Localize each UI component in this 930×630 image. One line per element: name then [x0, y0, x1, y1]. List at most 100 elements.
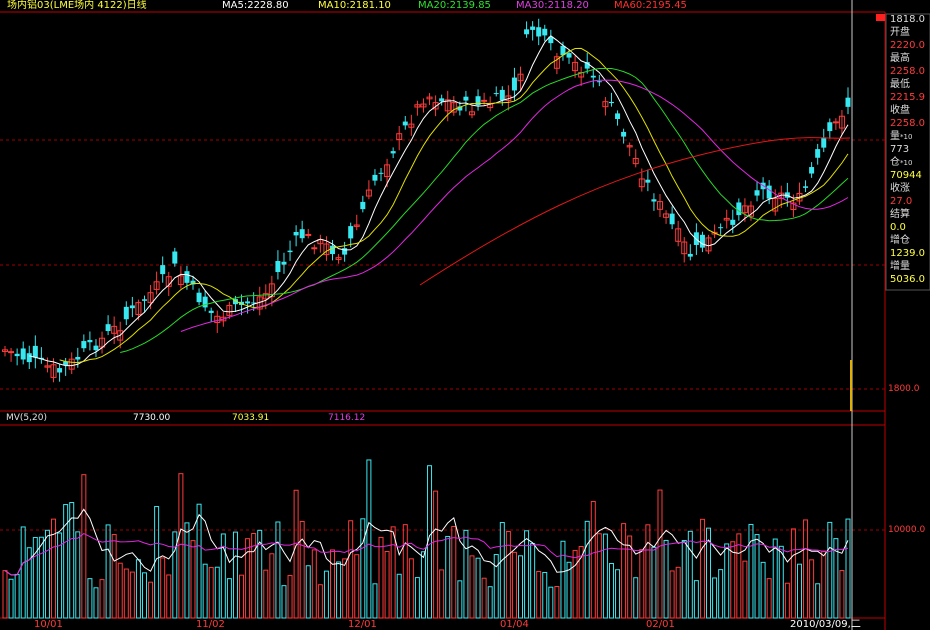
- volume-bar: [487, 586, 493, 619]
- volume-bar: [505, 531, 511, 619]
- candle-body: [202, 296, 208, 308]
- volume-bar: [81, 474, 87, 619]
- candle-body: [402, 121, 408, 126]
- date-label: 10/01: [34, 619, 63, 630]
- volume-bar: [760, 561, 766, 619]
- candle-body: [299, 229, 305, 239]
- candle-body: [736, 202, 742, 216]
- chart-title: 场内铝03(LME场内 4122)日线: [7, 0, 147, 11]
- volume-bar: [596, 533, 602, 619]
- volume-bar: [402, 524, 408, 619]
- volume-bar: [645, 524, 651, 619]
- volume-bar: [305, 565, 311, 619]
- candle-body: [329, 245, 335, 255]
- candle-body: [439, 98, 445, 102]
- volume-bar: [275, 521, 281, 619]
- volume-bar: [372, 583, 378, 619]
- volume-bar: [530, 543, 536, 619]
- volume-bar: [263, 569, 269, 619]
- volume-increase-label: 增量: [890, 261, 910, 272]
- volume-bar: [633, 577, 639, 619]
- candle-body: [766, 185, 772, 199]
- volume-bar: [748, 523, 754, 619]
- candle-body: [590, 75, 596, 78]
- candle-body: [621, 131, 627, 137]
- candle-body: [372, 174, 378, 181]
- mv-value-1: 7730.00: [133, 413, 171, 423]
- volume-bar: [615, 569, 621, 619]
- position-value: 70944: [890, 170, 922, 181]
- volume-bar: [14, 573, 20, 619]
- candle-body: [693, 232, 699, 245]
- candle-body: [499, 89, 505, 101]
- open-value: 2220.0: [890, 40, 925, 51]
- volume-bar: [287, 575, 293, 619]
- volume-bar: [560, 540, 566, 619]
- volume-bar: [772, 538, 778, 619]
- volume-bar: [809, 559, 815, 619]
- position-increase-value: 1239.0: [890, 248, 925, 259]
- volume-bar: [730, 541, 736, 619]
- candle-body: [536, 27, 542, 37]
- volume-bar: [99, 579, 105, 619]
- candle-body: [524, 29, 530, 35]
- volume-bar: [548, 586, 554, 619]
- volume-bar: [342, 558, 348, 619]
- candle-body: [754, 190, 760, 196]
- volume-bar: [584, 520, 590, 619]
- candle-body: [596, 81, 602, 83]
- volume-bar: [2, 570, 8, 619]
- candlestick-chart[interactable]: [0, 0, 930, 630]
- volume-bar: [196, 503, 202, 619]
- volume-bar: [281, 585, 287, 619]
- volume-bar: [390, 526, 396, 619]
- volume-bar: [63, 504, 69, 619]
- volume-bar: [627, 535, 633, 619]
- volume-bar: [135, 559, 141, 619]
- volume-bar: [602, 533, 608, 619]
- volume-bar: [245, 538, 251, 619]
- volume-bar: [699, 518, 705, 619]
- volume-bar: [451, 525, 457, 619]
- current-date-label: 2010/03/09,二: [790, 619, 861, 630]
- volume-bar: [803, 519, 809, 619]
- volume-bar: [669, 570, 675, 619]
- volume-bar: [178, 473, 184, 619]
- volume-bar: [572, 549, 578, 619]
- volume-bar: [463, 529, 469, 619]
- volume-bar: [469, 555, 475, 619]
- date-label: 12/01: [348, 619, 377, 630]
- candle-body: [378, 172, 384, 174]
- volume-bar: [590, 501, 596, 619]
- volume-bar: [651, 546, 657, 619]
- candle-body: [305, 233, 312, 236]
- candle-body: [287, 250, 293, 253]
- candle-body: [511, 77, 517, 91]
- candle-body: [803, 186, 809, 188]
- volume-bar: [457, 580, 463, 619]
- candle-body: [821, 137, 827, 148]
- settle-label: 结算: [890, 209, 910, 220]
- volume-bar: [208, 567, 214, 619]
- volume-bar: [111, 534, 117, 619]
- volume-bar: [681, 539, 687, 619]
- candle-body: [348, 226, 354, 239]
- candle-body: [845, 97, 851, 107]
- date-label: 01/04: [500, 619, 529, 630]
- volume-bar: [166, 574, 172, 619]
- candle-body: [245, 301, 251, 304]
- volume-bar: [329, 549, 335, 619]
- ma60-readout: MA60:2195.45: [614, 0, 687, 11]
- candle-body: [281, 261, 287, 265]
- candle-body: [463, 96, 469, 101]
- volume-bar: [621, 523, 627, 619]
- volume-label: 量*10: [890, 131, 913, 142]
- candle-body: [390, 151, 396, 154]
- candle-body: [123, 306, 129, 320]
- candle-body: [57, 368, 63, 373]
- candle-body: [81, 341, 87, 349]
- volume-bar: [693, 580, 699, 619]
- candle-body: [669, 213, 675, 225]
- ma10-readout: MA10:2181.10: [318, 0, 391, 11]
- low-label: 最低: [890, 79, 910, 90]
